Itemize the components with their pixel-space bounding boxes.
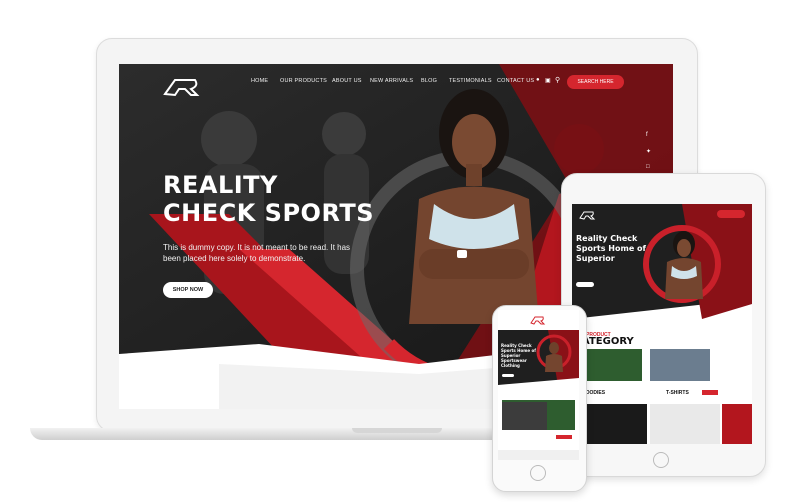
tablet-card-tshirts[interactable]: T-SHIRTS bbox=[666, 390, 689, 396]
hero-title-line-1: REALITY bbox=[163, 171, 278, 199]
tablet-shop-button[interactable] bbox=[576, 282, 594, 287]
search-button[interactable]: SEARCH HERE bbox=[567, 75, 624, 89]
twitter-icon[interactable]: ✦ bbox=[646, 148, 651, 155]
nav-home[interactable]: HOME bbox=[251, 78, 268, 90]
nav-testimonials[interactable]: TESTIMONIALS bbox=[449, 78, 492, 90]
nav-our-products[interactable]: OUR PRODUCTS bbox=[280, 78, 327, 90]
phone-shop-button[interactable] bbox=[502, 374, 514, 377]
tablet-card-button[interactable] bbox=[702, 390, 718, 395]
tablet-section-heading: ATEGORY bbox=[582, 336, 634, 347]
shop-now-button[interactable]: SHOP NOW bbox=[163, 282, 213, 298]
nav-blog[interactable]: BLOG bbox=[421, 78, 437, 90]
instagram-icon[interactable]: □ bbox=[646, 164, 650, 170]
brand-logo[interactable] bbox=[161, 76, 201, 98]
user-icon[interactable]: ● bbox=[536, 77, 540, 83]
tablet-screen: Reality Check Sports Home of Superior PR… bbox=[572, 204, 752, 444]
phone-hero-title: Reality Check Sports Home of Superior Sp… bbox=[501, 343, 537, 368]
nav-contact-us[interactable]: CONTACT US bbox=[497, 78, 534, 90]
nav-about-us[interactable]: ABOUT US bbox=[332, 78, 362, 90]
hero-title: REALITY CHECK SPORTS bbox=[163, 171, 374, 227]
phone-home-button[interactable] bbox=[530, 465, 546, 481]
laptop-notch bbox=[352, 428, 442, 433]
cart-icon[interactable]: ▣ bbox=[545, 77, 551, 84]
tablet-home-button[interactable] bbox=[653, 452, 669, 468]
tablet-hero-title: Reality Check Sports Home of Superior bbox=[576, 234, 647, 263]
search-icon[interactable]: ⚲ bbox=[555, 76, 560, 84]
phone-screen: Reality Check Sports Home of Superior Sp… bbox=[498, 310, 579, 460]
phone-card-button[interactable] bbox=[556, 435, 572, 439]
phone-logo[interactable] bbox=[528, 315, 548, 325]
nav-new-arrivals[interactable]: NEW ARRIVALS bbox=[370, 78, 413, 90]
facebook-icon[interactable]: f bbox=[646, 132, 648, 138]
hero-title-line-2: CHECK SPORTS bbox=[163, 199, 374, 227]
tablet-search-button[interactable] bbox=[717, 210, 745, 218]
tablet-logo[interactable] bbox=[578, 210, 596, 220]
hero-description: This is dummy copy. It is not meant to b… bbox=[163, 243, 351, 263]
